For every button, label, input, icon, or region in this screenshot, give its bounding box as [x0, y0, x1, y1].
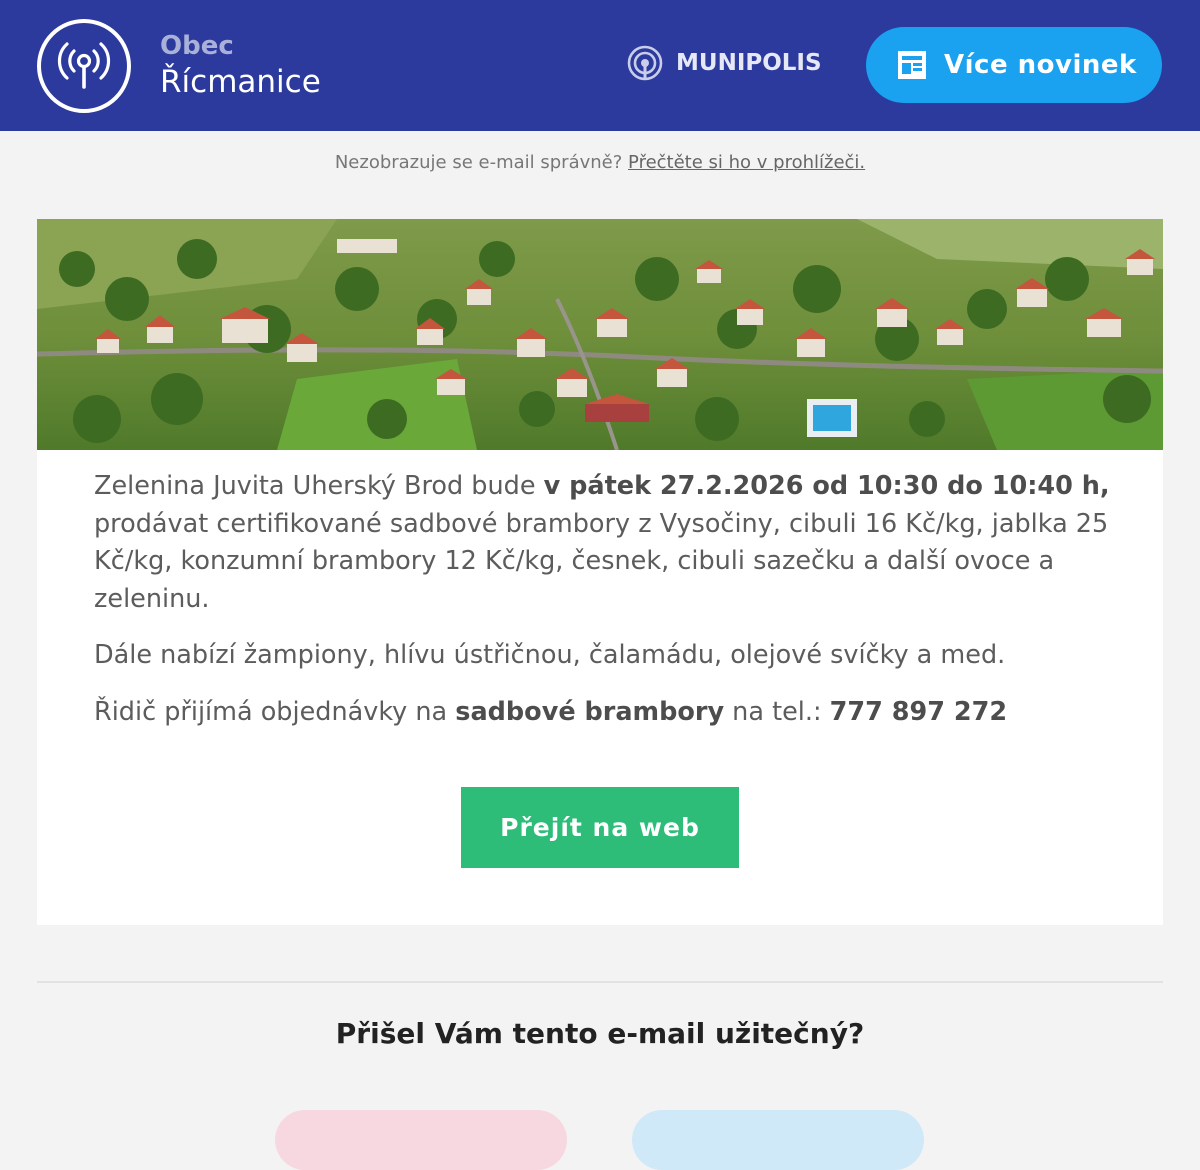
article-paragraph-3: Řidič přijímá objednávky na sadbové bram…	[94, 694, 1114, 732]
town-name: Řícmanice	[160, 64, 321, 100]
divider	[37, 981, 1163, 983]
munipolis-text: MUNIPOLIS	[676, 50, 822, 76]
p1-date-time: v pátek 27.2.2026 od 10:30 do 10:40 h,	[543, 471, 1110, 501]
article-card: Zelenina Juvita Uherský Brod bude v páte…	[37, 219, 1163, 925]
p3-text-b: na tel.:	[724, 696, 830, 727]
more-news-button[interactable]: Více novinek	[866, 27, 1162, 103]
p3-text-a: Řidič přijímá objednávky na	[94, 696, 456, 727]
browser-notice: Nezobrazuje se e-mail správně? Přečtěte …	[0, 152, 1200, 173]
go-to-web-button[interactable]: Přejít na web	[461, 787, 739, 868]
more-news-label: Více novinek	[944, 50, 1137, 80]
article-body: Zelenina Juvita Uherský Brod bude v páte…	[94, 468, 1114, 750]
broadcast-logo-icon	[37, 19, 131, 113]
p1-text-a: Zelenina Juvita Uherský Brod bude	[94, 471, 544, 501]
notice-text: Nezobrazuje se e-mail správně?	[334, 152, 623, 173]
feedback-yes-button[interactable]	[275, 1110, 567, 1170]
town-kind: Obec	[160, 31, 234, 61]
village-aerial-image	[37, 219, 1163, 450]
munipolis-brand[interactable]: MUNIPOLIS	[626, 44, 822, 82]
p3-phone: 777 897 272	[829, 696, 1008, 727]
feedback-no-button[interactable]	[632, 1110, 924, 1170]
feedback-question: Přišel Vám tento e-mail užitečný?	[335, 1017, 865, 1050]
p3-product: sadbové brambory	[455, 696, 725, 727]
article-paragraph-1: Zelenina Juvita Uherský Brod bude v páte…	[94, 468, 1114, 618]
article-paragraph-2: Dále nabízí žampiony, hlívu ústřičnou, č…	[94, 640, 1006, 670]
munipolis-logo-icon	[627, 45, 663, 81]
p1-text-b: prodávat certifikované sadbové brambory …	[94, 508, 1109, 614]
news-icon	[898, 51, 926, 79]
header: Obec Řícmanice MUNIPOLIS Více novinek	[0, 0, 1200, 131]
view-in-browser-link[interactable]: Přečtěte si ho v prohlížeči.	[628, 152, 865, 173]
